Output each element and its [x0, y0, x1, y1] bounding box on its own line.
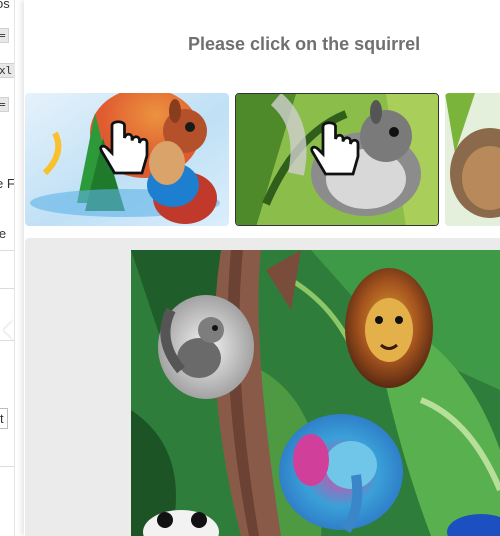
- bg-code-fragment: =: [0, 97, 9, 112]
- bg-code-fragment: xl: [0, 63, 14, 78]
- thumbnail-partial-3[interactable]: [445, 93, 500, 226]
- captcha-prompt: Please click on the squirrel: [188, 34, 421, 54]
- bg-text-fragment: e F: [0, 176, 15, 191]
- thumbnail-squirrel-2[interactable]: [235, 93, 439, 226]
- thumbnail-squirrel-1[interactable]: [25, 93, 229, 226]
- bg-input-fragment[interactable]: t: [0, 408, 8, 429]
- bg-text-fragment: os: [0, 0, 10, 11]
- modal-pointer-arrow: [4, 320, 14, 340]
- captcha-main-image[interactable]: [131, 250, 500, 536]
- bg-code-fragment: =: [0, 28, 9, 43]
- captcha-main-panel: [25, 238, 500, 536]
- captcha-thumbnail-row: [25, 93, 500, 226]
- bg-text-fragment: ie: [0, 226, 6, 241]
- background-page: os = xl = e F ie t: [0, 0, 15, 536]
